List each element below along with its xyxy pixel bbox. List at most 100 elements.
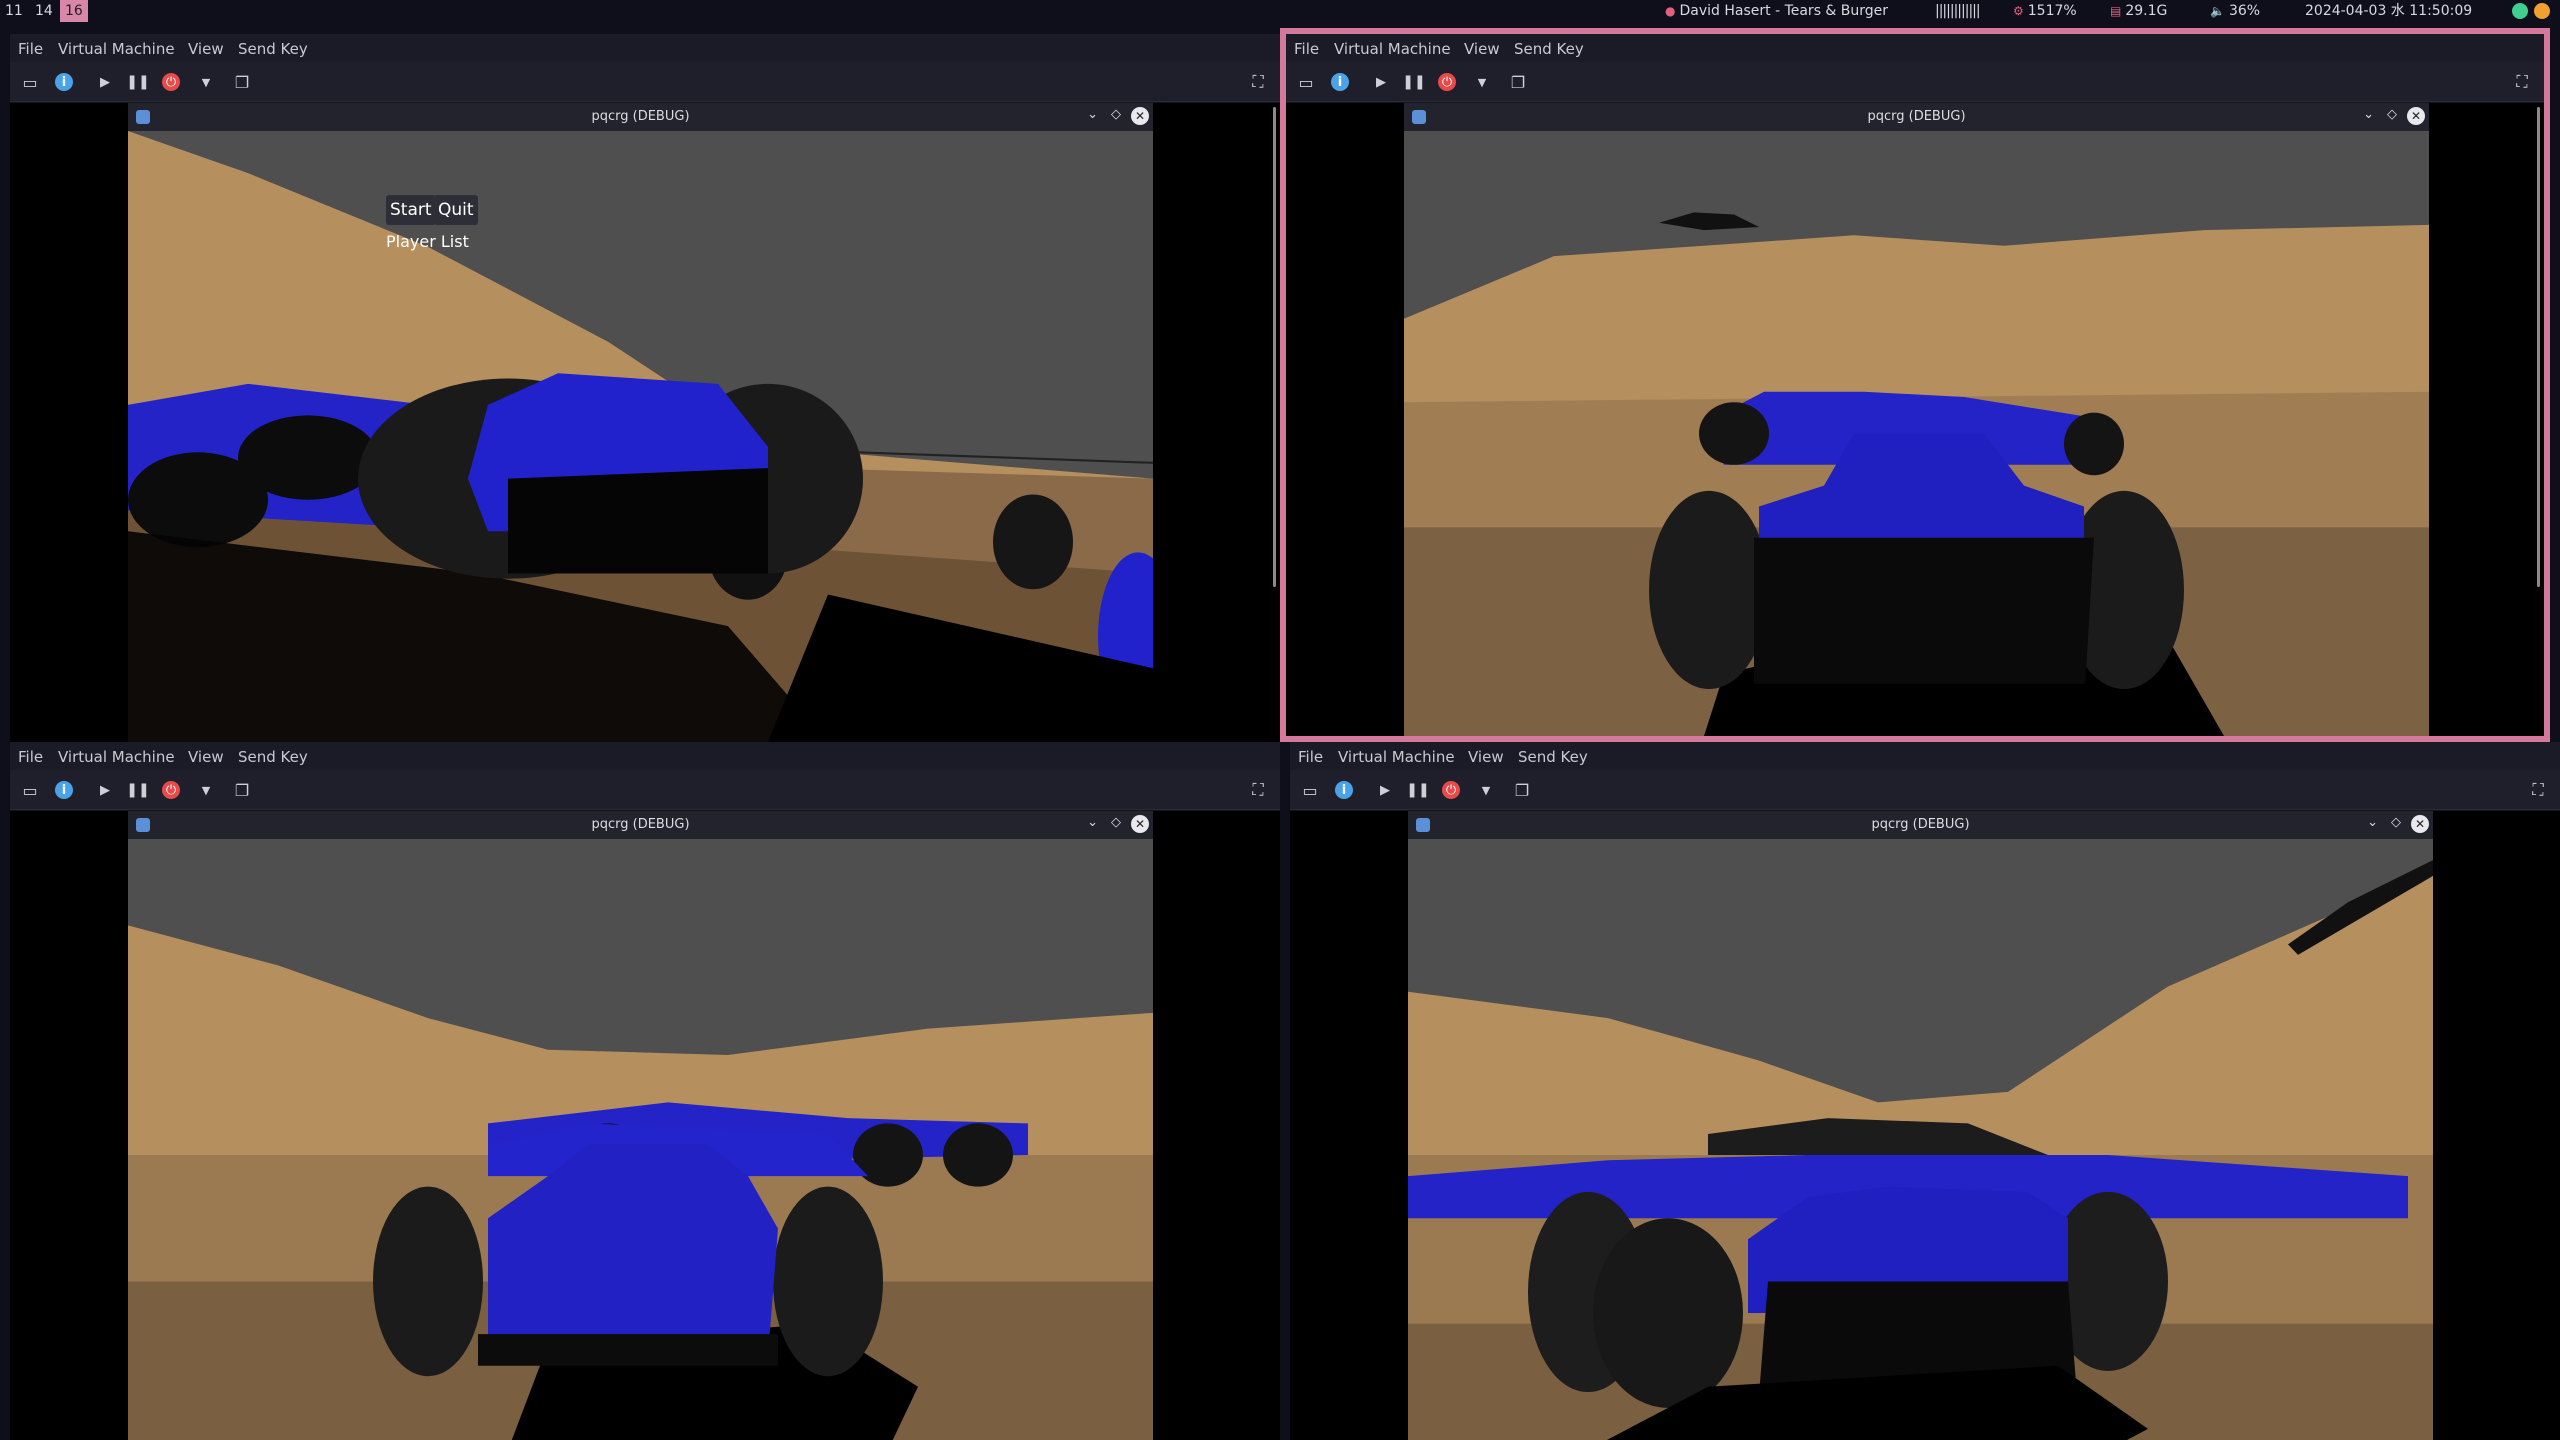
power-icon[interactable]: ⏻	[1442, 781, 1460, 799]
maximize-icon[interactable]: ◇	[1111, 815, 1121, 830]
game-viewport[interactable]	[128, 839, 1153, 1440]
dropdown-arrow-icon[interactable]: ▼	[1472, 72, 1492, 92]
minimize-icon[interactable]: ⌄	[1087, 107, 1098, 122]
fullscreen-icon[interactable]: ⛶	[2512, 72, 2532, 92]
vm-window-top-right[interactable]: File Virtual Machine View Send Key ▭ i ▶…	[1280, 28, 2550, 742]
snapshots-icon[interactable]: ❐	[1508, 72, 1528, 92]
quit-button[interactable]: Quit	[434, 195, 478, 225]
vm-window-bottom-right[interactable]: File Virtual Machine View Send Key ▭ i ▶…	[1290, 742, 2560, 1440]
vm-window-top-left[interactable]: File Virtual Machine View Send Key ▭ i ▶…	[10, 34, 1280, 742]
guest-window-title: pqcrg (DEBUG)	[591, 109, 690, 124]
workspace-16[interactable]: 16	[60, 0, 88, 22]
vm-menubar: File Virtual Machine View Send Key	[1286, 34, 2544, 62]
info-icon[interactable]: i	[55, 73, 73, 91]
menu-virtual-machine[interactable]: Virtual Machine	[58, 748, 175, 766]
dropdown-arrow-icon[interactable]: ▼	[196, 72, 216, 92]
vm-display[interactable]: pqcrg (DEBUG) ⌄ ◇ ✕	[10, 811, 1280, 1440]
minimize-icon[interactable]: ⌄	[1087, 815, 1098, 830]
menu-view[interactable]: View	[1464, 40, 1500, 58]
game-viewport[interactable]: Start Quit Player List	[128, 131, 1153, 742]
menu-view[interactable]: View	[1468, 748, 1504, 766]
speaker-icon: 🔈	[2210, 4, 2225, 18]
guest-window[interactable]: pqcrg (DEBUG) ⌄ ◇ ✕	[128, 811, 1153, 1440]
maximize-icon[interactable]: ◇	[2391, 815, 2401, 830]
guest-titlebar: pqcrg (DEBUG) ⌄ ◇ ✕	[128, 103, 1153, 131]
minimize-icon[interactable]: ⌄	[2367, 815, 2378, 830]
game-scene	[1404, 131, 2429, 736]
info-icon[interactable]: i	[1331, 73, 1349, 91]
snapshots-icon[interactable]: ❐	[232, 780, 252, 800]
start-button[interactable]: Start	[386, 195, 436, 225]
monitor-icon[interactable]: ▭	[1296, 72, 1316, 92]
menu-send-key[interactable]: Send Key	[1518, 748, 1588, 766]
maximize-icon[interactable]: ◇	[2387, 107, 2397, 122]
menu-send-key[interactable]: Send Key	[238, 40, 308, 58]
top-status-bar: 11 14 16 ● David Hasert - Tears & Burger …	[0, 0, 2560, 22]
power-icon[interactable]: ⏻	[162, 73, 180, 91]
vm-menubar: File Virtual Machine View Send Key	[10, 34, 1280, 62]
fullscreen-icon[interactable]: ⛶	[2528, 780, 2548, 800]
power-icon[interactable]: ⏻	[1438, 73, 1456, 91]
now-playing[interactable]: ● David Hasert - Tears & Burger	[1665, 0, 1888, 22]
guest-window[interactable]: pqcrg (DEBUG) ⌄ ◇ ✕	[1408, 811, 2433, 1440]
play-icon[interactable]: ▶	[1371, 72, 1391, 92]
app-tray-icon[interactable]	[2534, 3, 2550, 19]
menu-view[interactable]: View	[188, 40, 224, 58]
vm-window-bottom-left[interactable]: File Virtual Machine View Send Key ▭ i ▶…	[10, 742, 1280, 1440]
menu-virtual-machine[interactable]: Virtual Machine	[1338, 748, 1455, 766]
info-icon[interactable]: i	[55, 781, 73, 799]
monitor-icon[interactable]: ▭	[20, 780, 40, 800]
fullscreen-icon[interactable]: ⛶	[1248, 780, 1268, 800]
cpu-icon: ⚙	[2013, 4, 2024, 18]
play-icon[interactable]: ▶	[95, 72, 115, 92]
dropdown-arrow-icon[interactable]: ▼	[1476, 780, 1496, 800]
menu-file[interactable]: File	[1298, 748, 1323, 766]
snapshots-icon[interactable]: ❐	[232, 72, 252, 92]
audio-volume[interactable]: 🔈 36%	[2210, 0, 2260, 22]
play-icon[interactable]: ▶	[95, 780, 115, 800]
vm-display[interactable]: pqcrg (DEBUG) ⌄ ◇ ✕	[1286, 103, 2544, 736]
close-icon[interactable]: ✕	[2407, 107, 2425, 125]
pause-icon[interactable]: ❚❚	[126, 780, 149, 800]
workspace-14[interactable]: 14	[30, 0, 58, 22]
menu-file[interactable]: File	[1294, 40, 1319, 58]
monitor-icon[interactable]: ▭	[20, 72, 40, 92]
menu-view[interactable]: View	[188, 748, 224, 766]
menu-virtual-machine[interactable]: Virtual Machine	[1334, 40, 1451, 58]
close-icon[interactable]: ✕	[1131, 107, 1149, 125]
pause-icon[interactable]: ❚❚	[126, 72, 149, 92]
menu-virtual-machine[interactable]: Virtual Machine	[58, 40, 175, 58]
vm-display[interactable]: pqcrg (DEBUG) ⌄ ◇ ✕	[1290, 811, 2560, 1440]
power-icon[interactable]: ⏻	[162, 781, 180, 799]
menu-file[interactable]: File	[18, 748, 43, 766]
dropdown-arrow-icon[interactable]: ▼	[196, 780, 216, 800]
fullscreen-icon[interactable]: ⛶	[1248, 72, 1268, 92]
sync-tray-icon[interactable]	[2512, 3, 2528, 19]
maximize-icon[interactable]: ◇	[1111, 107, 1121, 122]
vertical-scrollbar[interactable]	[1273, 107, 1276, 587]
guest-window[interactable]: pqcrg (DEBUG) ⌄ ◇ ✕	[1404, 103, 2429, 736]
menu-send-key[interactable]: Send Key	[238, 748, 308, 766]
vm-display[interactable]: pqcrg (DEBUG) ⌄ ◇ ✕	[10, 103, 1280, 742]
guest-titlebar: pqcrg (DEBUG) ⌄ ◇ ✕	[128, 811, 1153, 839]
monitor-icon[interactable]: ▭	[1300, 780, 1320, 800]
minimize-icon[interactable]: ⌄	[2363, 107, 2374, 122]
workspace-11[interactable]: 11	[0, 0, 28, 22]
guest-titlebar: pqcrg (DEBUG) ⌄ ◇ ✕	[1408, 811, 2433, 839]
info-icon[interactable]: i	[1335, 781, 1353, 799]
menu-file[interactable]: File	[18, 40, 43, 58]
vertical-scrollbar[interactable]	[2537, 107, 2540, 587]
pause-icon[interactable]: ❚❚	[1402, 72, 1425, 92]
guest-titlebar: pqcrg (DEBUG) ⌄ ◇ ✕	[1404, 103, 2429, 131]
menu-send-key[interactable]: Send Key	[1514, 40, 1584, 58]
close-icon[interactable]: ✕	[2411, 815, 2429, 833]
game-viewport[interactable]	[1404, 131, 2429, 736]
play-icon[interactable]: ▶	[1375, 780, 1395, 800]
pause-icon[interactable]: ❚❚	[1406, 780, 1429, 800]
memory-icon: ▤	[2110, 4, 2122, 18]
close-icon[interactable]: ✕	[1131, 815, 1149, 833]
snapshots-icon[interactable]: ❐	[1512, 780, 1532, 800]
game-viewport[interactable]	[1408, 839, 2433, 1440]
vm-toolbar: ▭ i ▶ ❚❚ ⏻ ▼ ❐ ⛶	[10, 62, 1280, 102]
guest-window[interactable]: pqcrg (DEBUG) ⌄ ◇ ✕	[128, 103, 1153, 742]
